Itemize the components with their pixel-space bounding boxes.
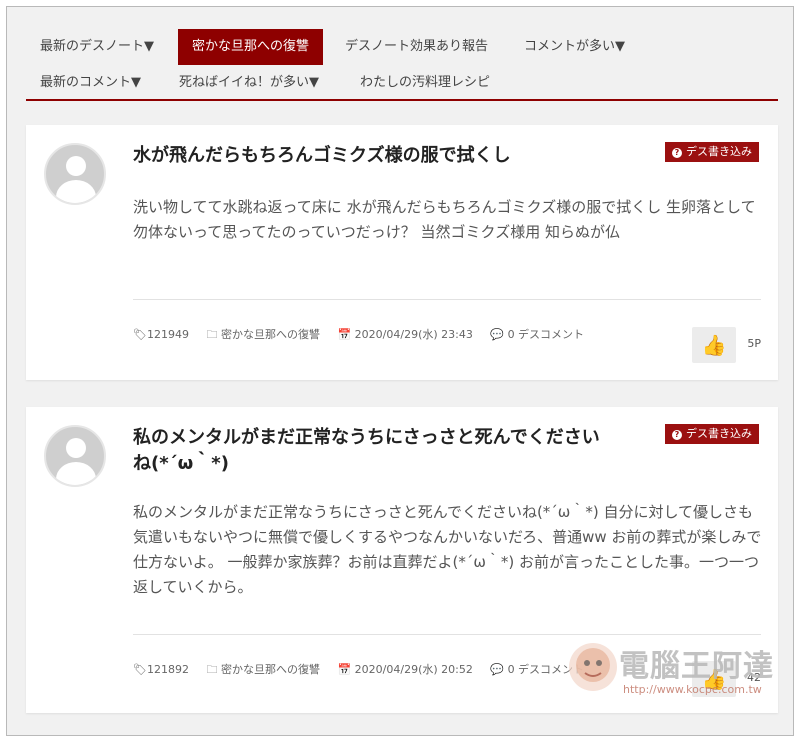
post-title[interactable]: 私のメンタルがまだ正常なうちにさっさと死んでくださいね(*´ω｀*)	[133, 425, 613, 477]
divider	[133, 634, 761, 635]
post-id: 🏷121892	[133, 662, 189, 678]
like-button[interactable]: 👍	[692, 327, 736, 363]
calendar-icon: 📅	[337, 663, 355, 676]
comment-icon: 💬	[490, 328, 508, 341]
post-date-value: 2020/04/29(水) 20:52	[354, 663, 473, 676]
post-category[interactable]: 🗀 密かな旦那への復讐	[206, 662, 320, 678]
post-comments-value: 0 デスコメント	[507, 328, 585, 341]
like-count: 42	[747, 671, 761, 684]
nav-most-likes[interactable]: 死ねばイイね！が多い▼	[179, 65, 319, 101]
post-comments[interactable]: 💬 0 デスコメント	[490, 327, 584, 343]
post-id-value: 121892	[146, 663, 189, 676]
tag-icon: 🏷	[133, 663, 147, 676]
post-card: 私のメンタルがまだ正常なうちにさっさと死んでくださいね(*´ω｀*) ? デス書き…	[26, 407, 778, 713]
question-icon: ?	[672, 148, 682, 158]
page-frame: 最新のデスノート▼ 密かな旦那への復讐 デスノート効果あり報告 コメントが多い▼…	[6, 6, 794, 736]
tag-icon: 🏷	[133, 328, 147, 341]
avatar	[44, 425, 106, 487]
thumbs-up-icon: 👍	[701, 667, 727, 691]
thumbs-up-icon: 👍	[701, 333, 727, 357]
like-button[interactable]: 👍	[692, 661, 736, 697]
post-meta: 🏷121949 🗀 密かな旦那への復讐 📅 2020/04/29(水) 23:4…	[133, 327, 598, 343]
post-category-value: 密かな旦那への復讐	[220, 663, 320, 676]
nav-most-comments[interactable]: コメントが多い▼	[524, 29, 625, 65]
category-nav: 最新のデスノート▼ 密かな旦那への復讐 デスノート効果あり報告 コメントが多い▼…	[26, 21, 778, 101]
nav-latest-deathnote[interactable]: 最新のデスノート▼	[40, 29, 154, 65]
post-type-badge[interactable]: ? デス書き込み	[665, 424, 759, 444]
folder-icon: 🗀	[206, 663, 221, 676]
badge-label: デス書き込み	[686, 427, 752, 440]
post-id: 🏷121949	[133, 327, 189, 343]
nav-latest-comments[interactable]: 最新のコメント▼	[40, 65, 141, 101]
post-date-value: 2020/04/29(水) 23:43	[354, 328, 473, 341]
calendar-icon: 📅	[337, 328, 355, 341]
post-title[interactable]: 水が飛んだらもちろんゴミクズ様の服で拭くし	[133, 143, 613, 169]
nav-dirty-recipes[interactable]: わたしの汚料理レシピ	[360, 65, 490, 101]
post-comments-value: 0 デスコメント	[507, 663, 585, 676]
avatar	[44, 143, 106, 205]
comment-icon: 💬	[490, 663, 508, 676]
post-body: 洗い物してて水跳ね返って床に 水が飛んだらもちろんゴミクズ様の服で拭くし 生卵落…	[133, 198, 756, 241]
post-category[interactable]: 🗀 密かな旦那への復讐	[206, 327, 320, 343]
post-date: 📅 2020/04/29(水) 23:43	[337, 327, 472, 343]
like-count: 5P	[747, 337, 761, 350]
post-meta: 🏷121892 🗀 密かな旦那への復讐 📅 2020/04/29(水) 20:5…	[133, 662, 598, 678]
post-type-badge[interactable]: ? デス書き込み	[665, 142, 759, 162]
post-category-value: 密かな旦那への復讐	[220, 328, 320, 341]
nav-secret-revenge[interactable]: 密かな旦那への復讐	[178, 29, 324, 65]
post-id-value: 121949	[146, 328, 189, 341]
folder-icon: 🗀	[206, 328, 221, 341]
question-icon: ?	[672, 430, 682, 440]
post-date: 📅 2020/04/29(水) 20:52	[337, 662, 472, 678]
divider	[133, 299, 761, 300]
post-card: 水が飛んだらもちろんゴミクズ様の服で拭くし ? デス書き込み 洗い物してて水跳ね返…	[26, 125, 778, 380]
badge-label: デス書き込み	[686, 145, 752, 158]
post-comments[interactable]: 💬 0 デスコメント	[490, 662, 584, 678]
post-body: 私のメンタルがまだ正常なうちにさっさと死んでくださいね(*´ω｀*) 自分に対し…	[133, 503, 762, 596]
nav-effect-report[interactable]: デスノート効果あり報告	[345, 29, 488, 65]
